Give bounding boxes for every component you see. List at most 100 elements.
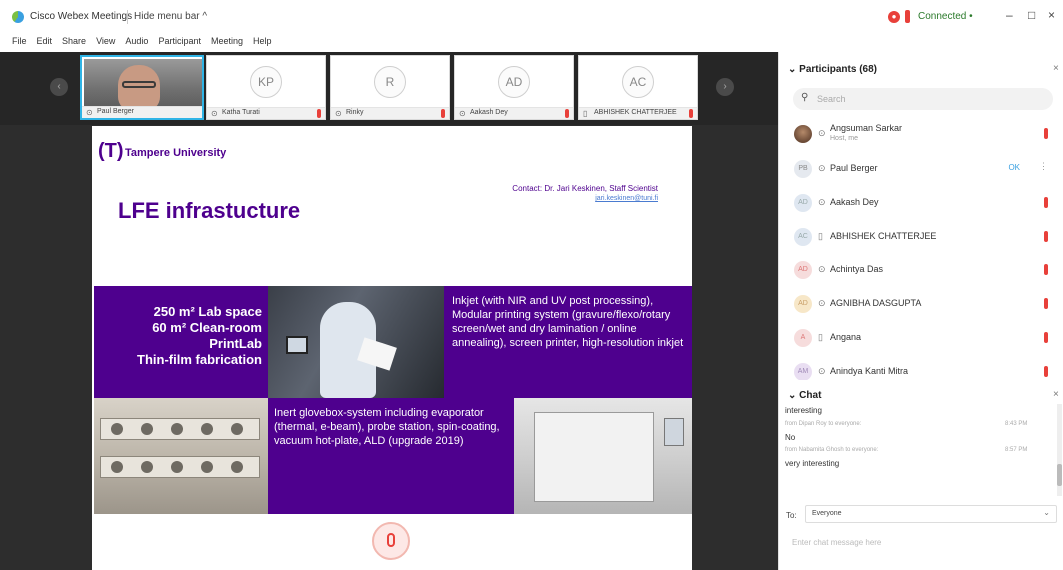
chat-message-input[interactable]: Enter chat message here	[786, 532, 1054, 554]
avatar: AM	[794, 363, 812, 380]
participant-face	[118, 65, 160, 111]
tile-name: Rinky	[346, 109, 364, 116]
initials-avatar: AC	[622, 66, 654, 98]
menu-participant[interactable]: Participant	[158, 36, 201, 50]
glove-port	[231, 423, 243, 435]
participant-video	[84, 59, 202, 111]
glove-port	[111, 423, 123, 435]
participant-name: Aakash Dey	[830, 197, 879, 207]
muted-mic-icon[interactable]	[1044, 264, 1048, 275]
lab-space-line: 250 m² Lab space	[153, 304, 262, 319]
participant-row[interactable]: AC ▯ ABHISHEK CHATTERJEE	[790, 223, 1056, 251]
initials-avatar: AD	[498, 66, 530, 98]
tile-label: ⊙ Paul Berger	[82, 106, 202, 118]
menu-meeting[interactable]: Meeting	[211, 36, 243, 50]
glove-port	[171, 461, 183, 473]
menu-edit[interactable]: Edit	[37, 36, 53, 50]
audio-device-icon: ⊙	[818, 366, 826, 376]
participant-row[interactable]: AM ⊙ Anindya Kanti Mitra	[790, 358, 1056, 380]
avatar: PB	[794, 160, 812, 178]
send-to-select[interactable]: Everyone ⌄	[805, 505, 1057, 523]
muted-mic-icon[interactable]	[1044, 332, 1048, 343]
avatar	[794, 125, 812, 143]
tile-label: ⊙ Katha Turati	[207, 107, 325, 119]
muted-mic-icon[interactable]	[1044, 128, 1048, 139]
participant-row[interactable]: PB ⊙ Paul Berger OK ⋮	[790, 155, 1056, 183]
printer-screen-shape	[664, 418, 684, 446]
avatar: AC	[794, 228, 812, 246]
participants-header[interactable]: ⌄ Participants (68)	[788, 64, 877, 75]
participant-row[interactable]: AD ⊙ Achintya Das	[790, 256, 1056, 284]
muted-mic-icon	[689, 109, 693, 118]
chat-close-icon[interactable]: ×	[1053, 389, 1059, 400]
glovebox-row	[100, 418, 260, 440]
video-tile-ad[interactable]: AD ⊙ Aakash Dey	[454, 55, 574, 120]
audio-device-icon: ⊙	[211, 109, 218, 118]
glove-port	[141, 461, 153, 473]
recording-icon: ●	[888, 11, 900, 23]
phone-device-icon: ▯	[818, 231, 823, 241]
chat-header[interactable]: ⌄ Chat	[788, 390, 821, 401]
chat-input-placeholder: Enter chat message here	[792, 538, 882, 547]
chat-timestamp: 8:57 PM	[1005, 447, 1028, 453]
participants-close-icon[interactable]: ×	[1053, 63, 1059, 74]
menu-view[interactable]: View	[96, 36, 115, 50]
window-title: Cisco Webex Meetings	[30, 11, 133, 22]
unmute-button[interactable]	[372, 522, 410, 560]
chevron-down-icon: ⌄	[1043, 508, 1050, 517]
maximize-button[interactable]: □	[1028, 8, 1035, 22]
participant-row[interactable]: AD ⊙ Aakash Dey	[790, 189, 1056, 217]
avatar: AD	[794, 194, 812, 212]
webex-logo-icon	[12, 11, 24, 23]
minimize-button[interactable]: –	[1006, 8, 1013, 22]
more-options-icon[interactable]: ⋮	[1039, 161, 1048, 172]
slide-contact-email[interactable]: jari.keskinen@tuni.fi	[595, 195, 658, 202]
audio-device-icon: ⊙	[818, 197, 826, 207]
video-tile-r[interactable]: R ⊙ Rinky	[330, 55, 450, 120]
hide-menu-bar-button[interactable]: Hide menu bar ^	[134, 11, 207, 22]
video-tile-paul-berger[interactable]: ⊙ Paul Berger	[80, 55, 204, 120]
glove-port	[231, 461, 243, 473]
participant-name: Anindya Kanti Mitra	[830, 366, 909, 376]
audio-device-icon: ⊙	[459, 109, 466, 118]
filmstrip-next-button[interactable]: ›	[716, 78, 734, 96]
participant-row[interactable]: A ▯ Angana	[790, 324, 1056, 352]
chat-title: Chat	[799, 390, 822, 401]
avatar: AD	[794, 261, 812, 279]
glove-port	[111, 461, 123, 473]
glove-port	[141, 423, 153, 435]
tile-name: ABHISHEK CHATTERJEE	[594, 109, 677, 116]
participant-role: Host, me	[830, 135, 859, 142]
participant-search[interactable]: ⚲ Search	[793, 88, 1053, 110]
avatar: AD	[794, 295, 812, 313]
webex-window: Cisco Webex Meetings Hide menu bar ^ ● C…	[0, 0, 1063, 570]
scrollbar-thumb[interactable]	[1057, 464, 1062, 486]
muted-mic-icon[interactable]	[1044, 298, 1048, 309]
muted-mic-icon[interactable]	[1044, 197, 1048, 208]
video-tile-ac[interactable]: AC ▯ ABHISHEK CHATTERJEE	[578, 55, 698, 120]
audio-device-icon: ⊙	[818, 264, 826, 274]
chat-scrollbar[interactable]	[1057, 404, 1062, 496]
menu-audio[interactable]: Audio	[125, 36, 148, 50]
connection-status[interactable]: Connected •	[918, 11, 973, 22]
participant-row[interactable]: AD ⊙ AGNIBHA DASGUPTA	[790, 290, 1056, 318]
muted-mic-icon[interactable]	[1044, 366, 1048, 377]
monitor-shape	[286, 336, 308, 354]
participant-name: Angsuman Sarkar	[830, 123, 903, 133]
menu-share[interactable]: Share	[62, 36, 86, 50]
clean-room-line: 60 m² Clean-room	[152, 320, 262, 335]
menu-help[interactable]: Help	[253, 36, 272, 50]
printing-text: Inkjet (with NIR and UV post processing)…	[452, 295, 684, 349]
printlab-line: PrintLab	[209, 336, 262, 351]
participant-row[interactable]: ⊙ Angsuman Sarkar Host, me	[790, 120, 1056, 148]
muted-mic-icon[interactable]	[1044, 231, 1048, 242]
menu-file[interactable]: File	[12, 36, 27, 50]
initials-avatar: R	[374, 66, 406, 98]
tampere-university-logo-icon: (⁢T)	[98, 140, 124, 162]
tile-name: Aakash Dey	[470, 109, 508, 116]
close-button[interactable]: ×	[1048, 8, 1055, 22]
filmstrip-prev-button[interactable]: ‹	[50, 78, 68, 96]
video-tile-kp[interactable]: KP ⊙ Katha Turati	[206, 55, 326, 120]
menu-bar: File Edit Share View Audio Participant M…	[0, 36, 1063, 50]
search-input[interactable]: Search	[817, 94, 846, 104]
